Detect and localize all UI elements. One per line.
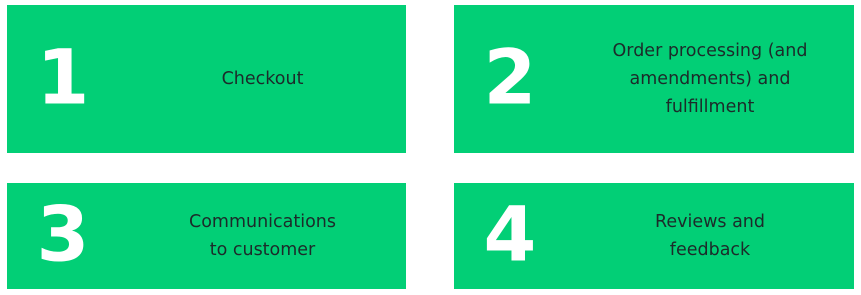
step-label-line: to customer [209,240,316,260]
step-number: 3 [36,189,90,279]
step-label: Reviews and feedback [566,208,854,264]
step-label: Communications to customer [119,208,406,264]
step-label-line: Communications [188,212,337,232]
step-label-line: amendments) and [629,69,791,89]
step-card-1: 1 Checkout [7,5,406,153]
step-label: Checkout [119,65,406,93]
step-card-3: 3 Communications to customer [7,183,406,289]
step-label-line: fulfillment [665,97,755,117]
step-label-line: Reviews and [654,212,766,232]
step-card-4: 4 Reviews and feedback [454,183,854,289]
step-number: 2 [483,32,537,122]
step-number: 1 [36,32,90,122]
step-label-line: Order processing (and [612,41,808,61]
step-label-line: feedback [669,240,751,260]
step-label-line: Checkout [221,69,304,89]
step-number: 4 [483,189,537,279]
step-label: Order processing (and amendments) and fu… [566,37,854,121]
step-card-2: 2 Order processing (and amendments) and … [454,5,854,153]
